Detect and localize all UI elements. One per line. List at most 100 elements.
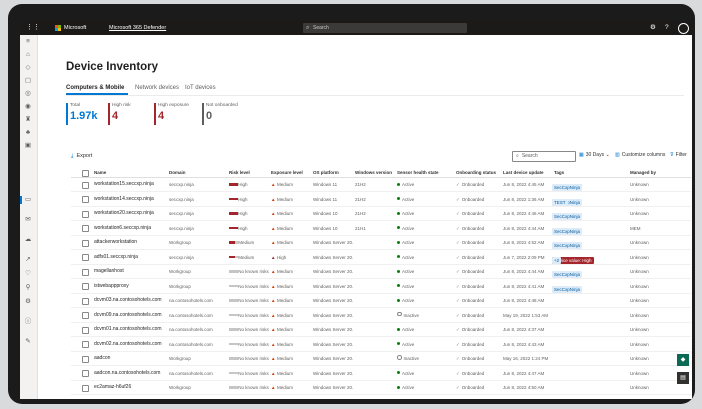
table-row[interactable]: istwebappproxy Workgroup No known risks ▲ Me… (71, 280, 691, 294)
actions-icon[interactable]: ◉ (23, 103, 33, 111)
devices-icon[interactable]: ▭ (23, 196, 33, 204)
cloud-icon[interactable]: ☁ (23, 236, 33, 244)
device-name[interactable]: attackerworkstation (94, 239, 166, 246)
tag-badge[interactable]: SecCxpNinja (552, 213, 583, 220)
permissions-icon[interactable]: ⚲ (23, 284, 33, 292)
help-icon[interactable]: ? (665, 24, 669, 32)
tag-badge[interactable]: SecCxpNinja (552, 271, 583, 278)
col-sensor-health[interactable]: Sensor health state (397, 169, 439, 176)
device-name[interactable]: rdc1-agent.vm.na.contosohotels... (94, 399, 166, 400)
tile-total[interactable]: Total 1.97k (66, 103, 98, 125)
device-name[interactable]: dcvm03.na.contosohotels.com (94, 297, 166, 304)
gear-icon[interactable]: ⚙ (650, 24, 656, 32)
home-icon[interactable]: ⌂ (23, 51, 33, 59)
incidents-icon[interactable]: ▢ (23, 77, 33, 85)
row-checkbox[interactable] (82, 312, 89, 319)
table-row[interactable]: aadcon Workgroup No known risks ▲ Medium Wind… (71, 352, 691, 366)
device-name[interactable]: dcvm09.na.contosohotels.com (94, 312, 166, 319)
tag-badge[interactable]: +2 (552, 256, 562, 264)
table-row[interactable]: ec2amaz-h6uf26 Workgroup No known risks ▲ Me… (71, 381, 691, 395)
info-icon[interactable]: ⓘ (23, 318, 33, 326)
table-row[interactable]: rdc1-agent.vm.na.contosohotels...na.cont… (71, 396, 691, 400)
partners-icon[interactable]: ♣ (23, 129, 33, 137)
table-row[interactable]: workstation20.seccxp.ninja seccxp.ninja Hi… (71, 207, 691, 221)
device-name[interactable]: dcvm01.na.contosohotels.com (94, 326, 166, 333)
row-checkbox[interactable] (82, 225, 89, 232)
col-onboarding-status[interactable]: Onboarding status (456, 169, 496, 176)
col-tags[interactable]: Tags (554, 169, 564, 176)
app-launcher-icon[interactable]: ⋮⋮ (26, 24, 40, 32)
row-checkbox[interactable] (82, 384, 89, 392)
table-row[interactable]: attackerworkstation Workgroup Medium ▲ Mediu… (71, 236, 691, 250)
tag-badge[interactable]: SecCxpNinja (552, 285, 583, 293)
chat-button[interactable]: ◆ (677, 354, 689, 366)
tab-network-devices[interactable]: Network devices (135, 84, 179, 92)
row-checkbox[interactable] (82, 355, 89, 363)
shield-icon[interactable]: ◇ (23, 64, 33, 72)
device-search-input[interactable]: ⌕ Search (512, 151, 576, 162)
table-row[interactable]: dcvm09.na.contosohotels.com na.contosohot… (71, 309, 691, 323)
tag-badge[interactable]: SecCxpNinja (552, 184, 583, 191)
col-os-platform[interactable]: OS platform (313, 169, 339, 176)
table-row[interactable]: workstation14.seccxp.ninja seccxp.ninja Hi… (71, 193, 691, 207)
product-name[interactable]: Microsoft 365 Defender (109, 24, 166, 32)
table-row[interactable]: dcvm03.na.contosohotels.com na.contosohot… (71, 294, 691, 308)
select-all-checkbox[interactable] (82, 169, 89, 177)
tile-high-exposure[interactable]: High exposure 4 (154, 103, 189, 125)
tile-not-onboarded[interactable]: Not onboarded 0 (202, 103, 238, 125)
customize-columns-button[interactable]: ▥ Customize columns (615, 152, 665, 159)
global-search-input[interactable]: ⌕ Search (303, 23, 467, 33)
row-checkbox[interactable] (82, 268, 89, 276)
settings-nav-icon[interactable]: ⚙ (23, 298, 33, 306)
device-name[interactable]: istwebappproxy (94, 283, 166, 290)
col-last-update[interactable]: Last device update (503, 169, 544, 176)
col-name[interactable]: Name (94, 169, 106, 176)
tag-badge[interactable]: SecCxpNinja (552, 227, 583, 235)
tag-badge[interactable]: SecCxpNinja (552, 242, 583, 249)
device-name[interactable]: workstation6.seccxp.ninja (94, 225, 166, 232)
trophy-icon[interactable]: ♜ (23, 116, 33, 124)
row-checkbox[interactable] (82, 196, 89, 203)
device-name[interactable]: dcvm02.na.contosohotels.com (94, 341, 166, 348)
device-name[interactable]: aadcon.na.contosohotels.com (94, 370, 166, 377)
row-checkbox[interactable] (82, 283, 89, 290)
assets-icon[interactable]: ▣ (23, 142, 33, 150)
row-checkbox[interactable] (82, 341, 89, 348)
table-row[interactable]: magellanhost Workgroup No known risks ▲ Medi… (71, 265, 691, 279)
email-icon[interactable]: ✉ (23, 216, 33, 224)
tab-computers-mobile[interactable]: Computers & Mobile (66, 84, 124, 92)
feedback-button[interactable]: ▤ (677, 372, 689, 384)
row-checkbox[interactable] (82, 254, 89, 261)
time-range-dropdown[interactable]: ▦ 30 Days ⌄ (579, 152, 610, 159)
row-checkbox[interactable] (82, 181, 89, 189)
row-checkbox[interactable] (82, 297, 89, 305)
device-name[interactable]: adfs01.seccxp.ninja (94, 254, 166, 261)
col-exposure-level[interactable]: Exposure level (271, 169, 303, 176)
table-row[interactable]: dcvm01.na.contosohotels.com na.contosohot… (71, 323, 691, 337)
device-name[interactable]: workstation15.seccxp.ninja (94, 181, 166, 188)
edit-nav-icon[interactable]: ✎ (23, 338, 33, 346)
device-name[interactable]: aadcon (94, 355, 166, 362)
table-row[interactable]: workstation6.seccxp.ninja seccxp.ninja Hig… (71, 222, 691, 236)
device-name[interactable]: magellanhost (94, 268, 166, 275)
avatar[interactable] (678, 23, 689, 34)
tag-badge[interactable]: TEST (552, 198, 568, 206)
device-name[interactable]: ec2amaz-h6uf26 (94, 384, 166, 391)
row-checkbox[interactable] (82, 370, 89, 377)
table-row[interactable]: workstation15.seccxp.ninja seccxp.ninja Hi… (71, 178, 691, 192)
reports-icon[interactable]: ↗ (23, 256, 33, 264)
health-icon[interactable]: ♡ (23, 270, 33, 278)
row-checkbox[interactable] (82, 326, 89, 334)
table-row[interactable]: dcvm02.na.contosohotels.com na.contosohot… (71, 338, 691, 352)
col-managed-by[interactable]: Managed by (630, 169, 656, 176)
filter-button[interactable]: ⊽ Filter (670, 152, 687, 159)
hunting-icon[interactable]: ◎ (23, 90, 33, 98)
device-name[interactable]: workstation20.seccxp.ninja (94, 210, 166, 217)
row-checkbox[interactable] (82, 210, 89, 218)
tab-iot-devices[interactable]: IoT devices (185, 84, 216, 92)
col-windows-version[interactable]: Windows version (355, 169, 392, 176)
col-risk-level[interactable]: Risk level (229, 169, 250, 176)
export-button[interactable]: ⤓ Export (71, 153, 92, 160)
row-checkbox[interactable] (82, 239, 89, 247)
col-domain[interactable]: Domain (169, 169, 186, 176)
